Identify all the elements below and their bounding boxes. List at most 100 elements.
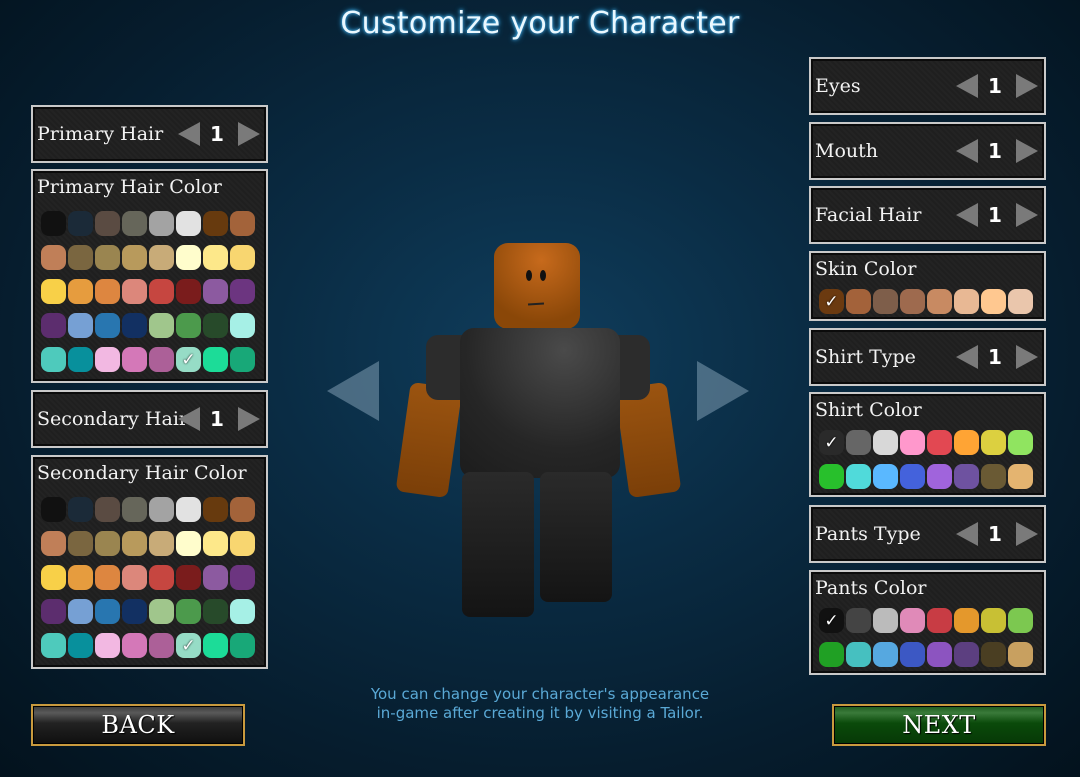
color-swatch[interactable] <box>122 347 147 372</box>
color-swatch[interactable] <box>873 608 898 633</box>
color-swatch[interactable] <box>846 289 871 314</box>
color-swatch[interactable] <box>176 313 201 338</box>
color-swatch[interactable] <box>846 608 871 633</box>
color-swatch[interactable] <box>68 279 93 304</box>
color-swatch[interactable] <box>149 245 174 270</box>
color-swatch[interactable] <box>1008 289 1033 314</box>
color-swatch[interactable] <box>927 289 952 314</box>
color-swatch[interactable] <box>230 279 255 304</box>
pants-type-next-arrow-icon[interactable] <box>1016 522 1038 546</box>
color-swatch[interactable] <box>230 633 255 658</box>
color-swatch[interactable] <box>95 531 120 556</box>
color-swatch[interactable] <box>846 430 871 455</box>
color-swatch[interactable] <box>149 565 174 590</box>
color-swatch[interactable]: ✓ <box>819 430 844 455</box>
color-swatch[interactable] <box>873 642 898 667</box>
color-swatch[interactable] <box>203 279 228 304</box>
color-swatch[interactable] <box>68 497 93 522</box>
color-swatch[interactable] <box>927 608 952 633</box>
color-swatch[interactable] <box>95 245 120 270</box>
eyes-prev-arrow-icon[interactable] <box>956 74 978 98</box>
color-swatch[interactable] <box>68 599 93 624</box>
color-swatch[interactable] <box>95 313 120 338</box>
color-swatch[interactable] <box>900 642 925 667</box>
color-swatch[interactable] <box>981 289 1006 314</box>
color-swatch[interactable]: ✓ <box>176 633 201 658</box>
color-swatch[interactable] <box>68 245 93 270</box>
color-swatch[interactable] <box>900 464 925 489</box>
character-preview[interactable] <box>395 240 682 620</box>
color-swatch[interactable] <box>68 211 93 236</box>
color-swatch[interactable] <box>176 211 201 236</box>
color-swatch[interactable] <box>122 245 147 270</box>
color-swatch[interactable] <box>41 279 66 304</box>
color-swatch[interactable] <box>68 347 93 372</box>
color-swatch[interactable] <box>149 211 174 236</box>
color-swatch[interactable] <box>41 313 66 338</box>
color-swatch[interactable] <box>41 347 66 372</box>
color-swatch[interactable] <box>819 642 844 667</box>
color-swatch[interactable] <box>176 565 201 590</box>
color-swatch[interactable] <box>927 642 952 667</box>
color-swatch[interactable] <box>68 313 93 338</box>
color-swatch[interactable] <box>1008 608 1033 633</box>
shirt-type-next-arrow-icon[interactable] <box>1016 345 1038 369</box>
color-swatch[interactable] <box>203 245 228 270</box>
color-swatch[interactable]: ✓ <box>819 289 844 314</box>
primary-hair-prev-arrow-icon[interactable] <box>178 122 200 146</box>
color-swatch[interactable] <box>230 313 255 338</box>
color-swatch[interactable] <box>203 313 228 338</box>
color-swatch[interactable] <box>981 464 1006 489</box>
color-swatch[interactable] <box>900 608 925 633</box>
facial-hair-next-arrow-icon[interactable] <box>1016 203 1038 227</box>
color-swatch[interactable] <box>873 464 898 489</box>
color-swatch[interactable] <box>927 430 952 455</box>
next-button[interactable]: NEXT <box>832 704 1046 746</box>
color-swatch[interactable] <box>954 608 979 633</box>
color-swatch[interactable] <box>230 211 255 236</box>
color-swatch[interactable] <box>122 211 147 236</box>
color-swatch[interactable] <box>176 497 201 522</box>
color-swatch[interactable] <box>95 633 120 658</box>
color-swatch[interactable] <box>68 565 93 590</box>
color-swatch[interactable]: ✓ <box>819 608 844 633</box>
color-swatch[interactable] <box>203 565 228 590</box>
color-swatch[interactable] <box>149 633 174 658</box>
color-swatch[interactable] <box>846 464 871 489</box>
color-swatch[interactable] <box>41 633 66 658</box>
color-swatch[interactable] <box>68 633 93 658</box>
color-swatch[interactable] <box>230 245 255 270</box>
color-swatch[interactable] <box>176 279 201 304</box>
mouth-next-arrow-icon[interactable] <box>1016 139 1038 163</box>
color-swatch[interactable] <box>95 497 120 522</box>
color-swatch[interactable] <box>149 497 174 522</box>
color-swatch[interactable] <box>122 497 147 522</box>
color-swatch[interactable] <box>41 211 66 236</box>
color-swatch[interactable] <box>41 497 66 522</box>
color-swatch[interactable] <box>954 289 979 314</box>
color-swatch[interactable] <box>95 565 120 590</box>
color-swatch[interactable] <box>95 347 120 372</box>
color-swatch[interactable] <box>176 531 201 556</box>
color-swatch[interactable] <box>230 497 255 522</box>
color-swatch[interactable] <box>95 211 120 236</box>
color-swatch[interactable] <box>41 531 66 556</box>
color-swatch[interactable] <box>68 531 93 556</box>
color-swatch[interactable] <box>954 642 979 667</box>
color-swatch[interactable] <box>41 565 66 590</box>
rotate-right-arrow-icon[interactable] <box>697 361 749 421</box>
color-swatch[interactable] <box>95 599 120 624</box>
color-swatch[interactable] <box>846 642 871 667</box>
color-swatch[interactable] <box>122 279 147 304</box>
rotate-left-arrow-icon[interactable] <box>327 361 379 421</box>
facial-hair-prev-arrow-icon[interactable] <box>956 203 978 227</box>
color-swatch[interactable] <box>873 289 898 314</box>
secondary-hair-next-arrow-icon[interactable] <box>238 407 260 431</box>
color-swatch[interactable] <box>41 599 66 624</box>
color-swatch[interactable] <box>954 430 979 455</box>
color-swatch[interactable] <box>203 531 228 556</box>
color-swatch[interactable] <box>176 599 201 624</box>
color-swatch[interactable] <box>230 565 255 590</box>
color-swatch[interactable] <box>230 599 255 624</box>
color-swatch[interactable] <box>1008 464 1033 489</box>
